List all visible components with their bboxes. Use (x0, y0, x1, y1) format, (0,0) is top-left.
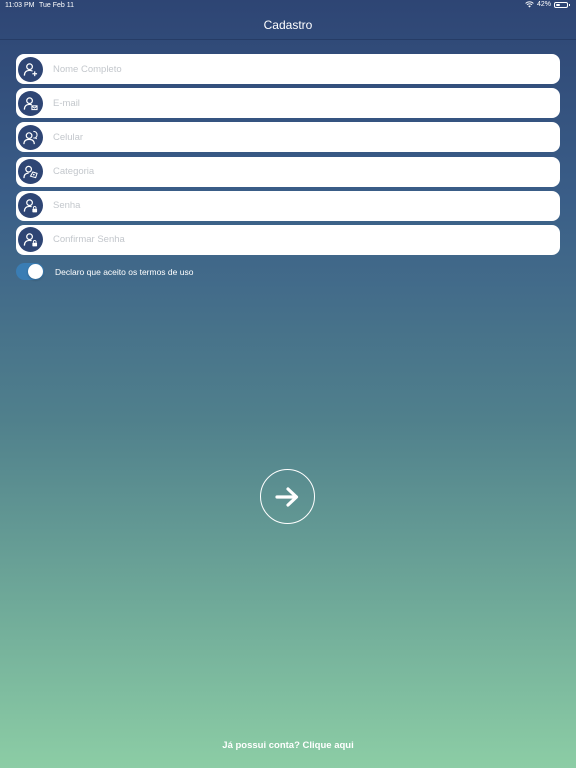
page-title: Cadastro (263, 18, 313, 32)
user-lock-icon (18, 227, 43, 253)
name-input[interactable] (53, 57, 543, 81)
terms-label: Declaro que aceito os termos de uso (55, 266, 194, 277)
login-link[interactable]: Já possui conta? Clique aqui (0, 740, 576, 751)
email-input[interactable] (53, 91, 543, 116)
phone-input[interactable] (53, 125, 543, 150)
status-time: 11:03 PM (5, 2, 35, 9)
user-phone-icon (18, 124, 43, 150)
category-field[interactable] (16, 156, 560, 187)
battery-tip (569, 3, 570, 6)
password-field[interactable] (16, 190, 560, 221)
user-category-icon (18, 159, 43, 185)
wifi-icon (525, 1, 534, 8)
status-indicators: 42% (525, 1, 570, 8)
email-field[interactable] (16, 88, 560, 119)
confirm-password-field[interactable] (16, 224, 560, 255)
password-input[interactable] (53, 193, 543, 218)
confirm-password-input[interactable] (53, 227, 543, 252)
status-date: Tue Feb 11 (39, 2, 75, 9)
arrow-right-icon (274, 486, 298, 507)
category-input[interactable] (53, 159, 543, 184)
next-button[interactable] (260, 469, 315, 524)
battery-icon (554, 1, 570, 8)
status-bar: 11:03 PM Tue Feb 11 42% (0, 0, 576, 12)
toggle-knob (28, 264, 43, 279)
terms-toggle[interactable] (16, 263, 44, 280)
registration-form (16, 54, 560, 259)
battery-level (556, 3, 561, 6)
nav-bar: Cadastro (0, 12, 576, 40)
user-email-icon (18, 90, 43, 116)
user-add-icon (18, 56, 43, 82)
user-lock-icon (18, 193, 43, 219)
name-field[interactable] (16, 54, 560, 84)
phone-field[interactable] (16, 122, 560, 153)
battery-percent: 42% (536, 1, 551, 8)
terms-row: Declaro que aceito os termos de uso (16, 263, 193, 280)
